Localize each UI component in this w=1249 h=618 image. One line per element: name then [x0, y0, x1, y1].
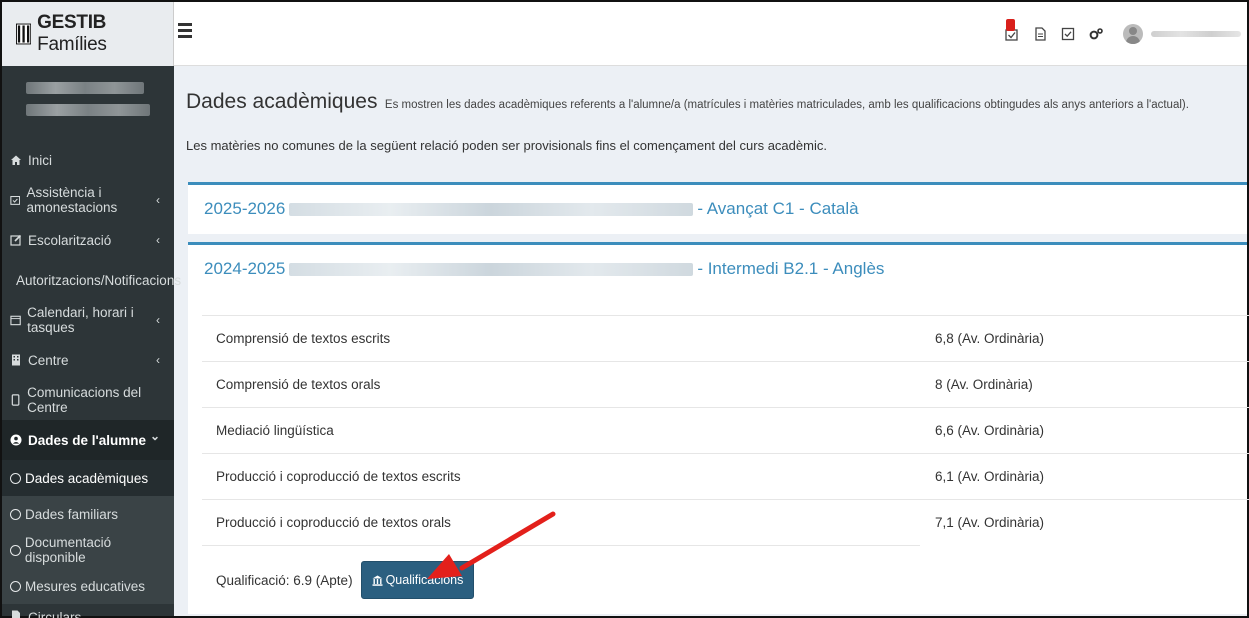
- brand-name: GESTIB Famílies: [37, 12, 107, 55]
- document-icon[interactable]: [1029, 23, 1051, 45]
- course-panel-header[interactable]: 2024-2025 - Intermedi B2.1 - Anglès: [188, 245, 1247, 293]
- redacted-text: [289, 202, 694, 216]
- circle-icon: [10, 472, 21, 484]
- sidebar-nav-more: Circulars: [2, 604, 174, 618]
- table-row: Mediació lingüística 6,6 (Av. Ordinària): [202, 407, 1249, 454]
- chevron-left-icon: ‹: [156, 313, 160, 327]
- menu-toggle-icon[interactable]: [178, 20, 198, 42]
- home-icon: [11, 155, 21, 165]
- calendar-icon: [10, 315, 21, 326]
- sidebar-item-inici[interactable]: Inici: [2, 140, 174, 180]
- page-description: Es mostren les dades acadèmiques referen…: [384, 99, 1189, 111]
- subject-grade: 6,1 (Av. Ordinària): [920, 453, 1249, 500]
- notifications-icon[interactable]: [1001, 19, 1023, 45]
- notification-badge: [1006, 19, 1015, 31]
- table-row: Producció i coproducció de textos escrit…: [202, 453, 1249, 500]
- subject-grade: 6,6 (Av. Ordinària): [920, 407, 1249, 454]
- qualificacions-button[interactable]: Qualificacions: [360, 561, 475, 599]
- circle-icon: [10, 544, 21, 556]
- chevron-left-icon: ‹: [156, 353, 160, 367]
- sidebar-subitem-documentacio[interactable]: Documentació disponible: [2, 532, 174, 568]
- sidebar-item-comunicacions[interactable]: Comunicacions del Centre: [2, 380, 174, 420]
- subject-grade: 7,1 (Av. Ordinària): [920, 499, 1249, 546]
- subject-grade: 8 (Av. Ordinària): [920, 361, 1249, 408]
- sidebar-subitem-dades-academiques[interactable]: Dades acadèmiques: [2, 460, 174, 496]
- sidebar-item-dades-alumne[interactable]: Dades de l'alumne ⌄: [2, 420, 174, 460]
- sidebar-item-circulars[interactable]: Circulars: [2, 604, 174, 618]
- grades-table: Comprensió de textos escrits 6,8 (Av. Or…: [202, 315, 1249, 546]
- sidebar-subnav: Dades acadèmiques Dades familiars Docume…: [2, 460, 174, 604]
- chevron-left-icon: ‹: [156, 233, 160, 247]
- document-icon: [12, 610, 20, 618]
- user-avatar-icon[interactable]: [1123, 24, 1143, 44]
- edit-icon: [10, 234, 22, 246]
- user-circle-icon: [10, 434, 22, 446]
- building-icon: [12, 354, 20, 366]
- subject-grade: 6,8 (Av. Ordinària): [920, 315, 1249, 362]
- subject-name: Comprensió de textos orals: [202, 361, 920, 408]
- table-row: Producció i coproducció de textos orals …: [202, 499, 1249, 546]
- sidebar-item-autoritzacions[interactable]: Autoritzacions/Notificacions: [2, 260, 181, 300]
- course-level: - Intermedi B2.1 - Anglès: [697, 259, 885, 278]
- redacted-text: [289, 262, 694, 276]
- mobile-icon: [11, 394, 20, 406]
- sidebar-item-assistencia[interactable]: Assistència i amonestacions ‹: [2, 180, 174, 220]
- subject-name: Producció i coproducció de textos escrit…: [202, 453, 920, 500]
- course-year: 2025-2026: [204, 199, 286, 218]
- check-square-icon[interactable]: [1057, 23, 1079, 45]
- course-panel-header[interactable]: 2025-2026 - Avançat C1 - Català: [188, 185, 1247, 233]
- chevron-left-icon: ‹: [156, 193, 160, 207]
- table-row: Comprensió de textos escrits 6,8 (Av. Or…: [202, 315, 1249, 362]
- top-icons: [1001, 2, 1247, 66]
- final-grade-label: Qualificació: 6.9 (Apte): [216, 572, 353, 588]
- course-year: 2024-2025: [204, 259, 286, 278]
- subject-name: Comprensió de textos escrits: [202, 315, 920, 362]
- subject-name: Mediació lingüística: [202, 407, 920, 454]
- course-panel-2025-2026: 2025-2026 - Avançat C1 - Català: [188, 182, 1247, 234]
- sidebar-item-centre[interactable]: Centre ‹: [2, 340, 174, 380]
- app-logo[interactable]: GESTIB Famílies: [2, 2, 174, 66]
- settings-icon[interactable]: [1085, 23, 1107, 45]
- top-navbar: [174, 2, 1247, 66]
- chevron-down-icon: ⌄: [149, 429, 160, 443]
- main-content: Dades acadèmiques Es mostren les dades a…: [174, 66, 1249, 616]
- institution-icon: [372, 575, 383, 586]
- page-title: Dades acadèmiques: [186, 90, 378, 113]
- sidebar-nav: Inici Assistència i amonestacions ‹ Esco…: [2, 140, 181, 460]
- course-panel-2024-2025: 2024-2025 - Intermedi B2.1 - Anglès Comp…: [188, 242, 1249, 614]
- page-note: Les matèries no comunes de la següent re…: [186, 138, 827, 153]
- sidebar-subitem-mesures[interactable]: Mesures educatives: [2, 568, 174, 604]
- sidebar-item-escolaritzacio[interactable]: Escolarització ‹: [2, 220, 174, 260]
- crest-icon: [16, 23, 32, 45]
- sidebar: Inici Assistència i amonestacions ‹ Esco…: [2, 66, 181, 618]
- user-panel-redacted: [2, 66, 174, 140]
- subject-name: Producció i coproducció de textos orals: [202, 499, 920, 546]
- course-level: - Avançat C1 - Català: [697, 199, 859, 218]
- circle-icon: [10, 508, 21, 520]
- page-header: Dades acadèmiques Es mostren les dades a…: [186, 90, 1189, 114]
- circle-icon: [10, 580, 21, 592]
- table-row: Comprensió de textos orals 8 (Av. Ordinà…: [202, 361, 1249, 408]
- calendar-check-icon: [10, 195, 21, 205]
- final-grade-row: Qualificació: 6.9 (Apte) Qualificacions: [216, 561, 475, 599]
- sidebar-subitem-dades-familiars[interactable]: Dades familiars: [2, 496, 174, 532]
- username-redacted[interactable]: [1151, 31, 1241, 37]
- sidebar-item-calendari[interactable]: Calendari, horari i tasques ‹: [2, 300, 174, 340]
